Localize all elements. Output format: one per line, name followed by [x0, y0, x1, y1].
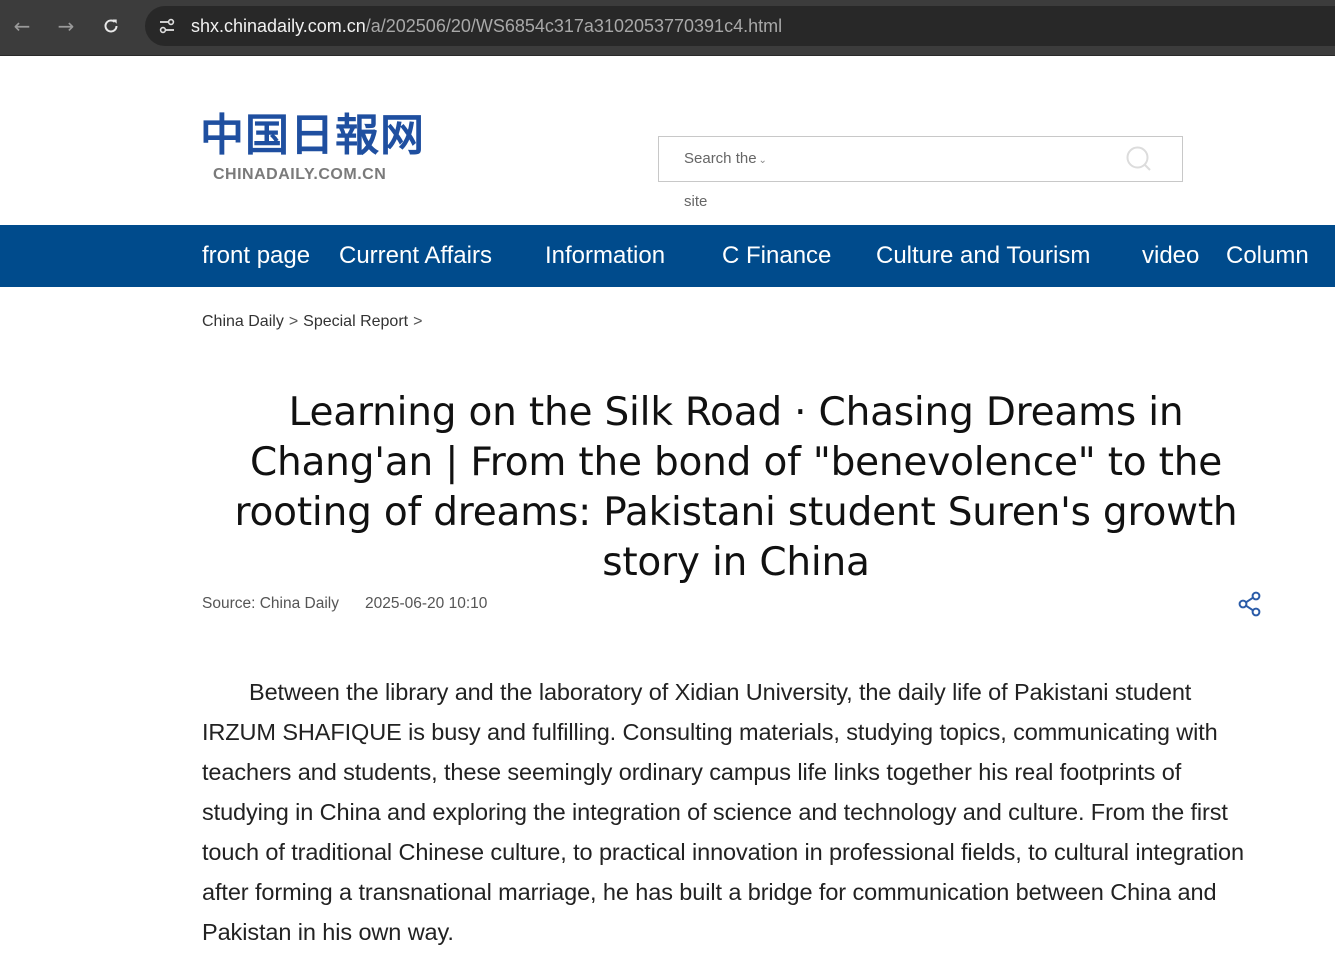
arrow-left-icon: ←: [13, 14, 31, 38]
reload-button[interactable]: [95, 10, 127, 42]
back-button[interactable]: ←: [6, 10, 38, 42]
nav-current-affairs[interactable]: Current Affairs: [339, 241, 492, 271]
forward-button[interactable]: →: [50, 10, 82, 42]
url-host: shx.chinadaily.com.cn: [191, 16, 366, 36]
reload-icon: [104, 19, 118, 33]
tune-icon[interactable]: [157, 16, 177, 36]
url-path: /a/202506/20/WS6854c317a3102053770391c4.…: [365, 16, 783, 36]
search-box[interactable]: Search the ⌄: [658, 136, 1183, 182]
search-scope-label: Search the: [684, 150, 757, 167]
breadcrumb: China Daily > Special Report >: [202, 312, 427, 332]
browser-toolbar: ← → shx.chinadaily.com.cn/a/202506/20/WS…: [0, 0, 1335, 56]
nav-c-finance[interactable]: C Finance: [722, 241, 831, 271]
breadcrumb-china-daily[interactable]: China Daily: [202, 313, 284, 330]
nav-information[interactable]: Information: [545, 241, 665, 271]
chevron-down-icon: ⌄: [758, 155, 767, 166]
article-date: 2025-06-20 10:10: [364, 595, 488, 612]
site-logo[interactable]: 中国日報网 CHINADAILY.COM.CN: [200, 110, 424, 186]
nav-front-page[interactable]: front page: [202, 241, 310, 271]
search-scope-dropdown[interactable]: Search the ⌄: [684, 150, 767, 170]
search-scope-extra: site: [684, 193, 708, 210]
nav-culture-tourism[interactable]: Culture and Tourism: [876, 241, 1090, 271]
nav-column[interactable]: Column: [1226, 241, 1309, 271]
breadcrumb-special-report[interactable]: Special Report: [303, 313, 408, 330]
nav-video[interactable]: video: [1142, 241, 1199, 271]
arrow-right-icon: →: [57, 14, 75, 38]
logo-chinese: 中国日報网: [200, 110, 425, 161]
article-paragraph: Between the library and the laboratory o…: [202, 679, 1244, 945]
share-icon[interactable]: [1236, 590, 1264, 618]
main-nav: front page Current Affairs Information C…: [0, 225, 1335, 287]
search-icon[interactable]: [1125, 145, 1153, 173]
breadcrumb-separator: >: [413, 313, 423, 330]
url-text[interactable]: shx.chinadaily.com.cn/a/202506/20/WS6854…: [191, 16, 782, 36]
article-source: Source: China Daily: [202, 595, 339, 612]
breadcrumb-separator: >: [288, 313, 299, 330]
logo-english: CHINADAILY.COM.CN: [213, 166, 387, 183]
article-title: Learning on the Silk Road · Chasing Drea…: [234, 390, 1238, 585]
article-meta: Source: China Daily 2025-06-20 10:10: [202, 594, 487, 614]
address-bar[interactable]: shx.chinadaily.com.cn/a/202506/20/WS6854…: [145, 6, 1335, 46]
